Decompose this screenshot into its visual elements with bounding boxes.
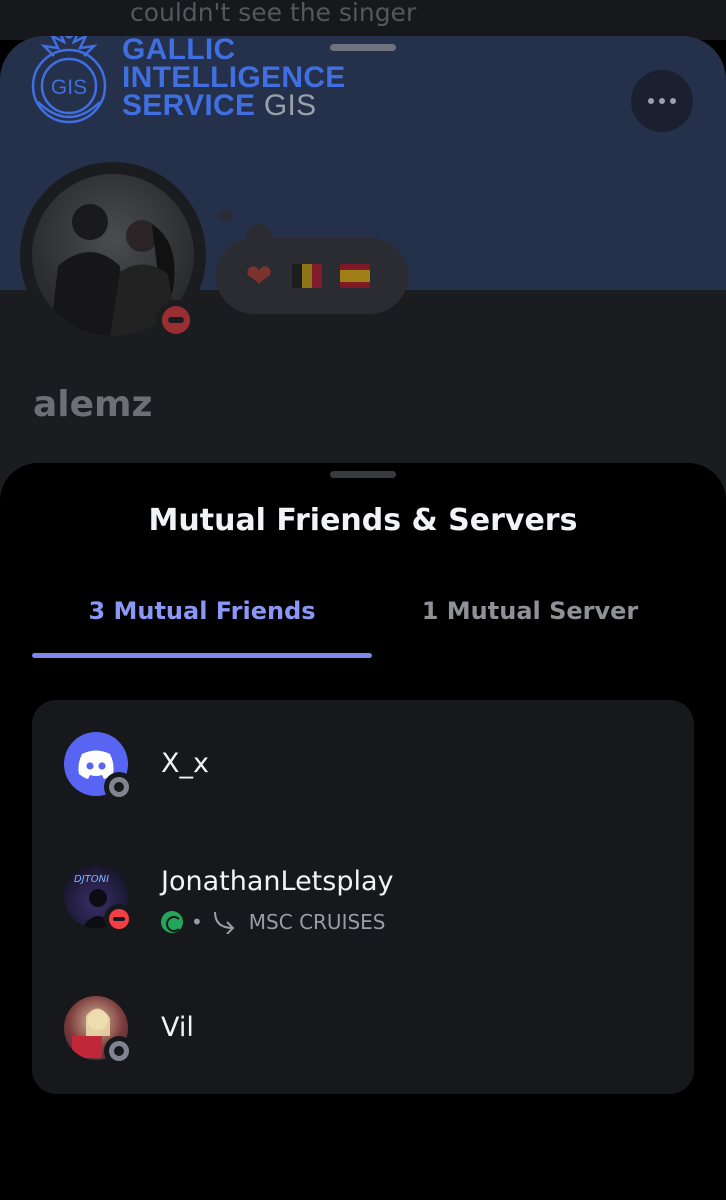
gis-emblem-icon: GIS [31,36,107,124]
sheet-title: Mutual Friends & Servers [148,503,578,538]
profile-dnd-status-icon [156,300,196,340]
tab-mutual-servers[interactable]: 1 Mutual Server [360,597,700,625]
offline-status-icon [104,1036,134,1066]
gis-wordmark-line2: INTELLIGENCE [122,61,346,94]
more-dot-icon [670,98,676,104]
gis-wordmark-suffix: GIS [263,89,317,122]
spain-flag-icon [338,259,372,293]
custom-status-bubble[interactable]: ❤ [216,238,408,314]
tab-mutual-friends[interactable]: 3 Mutual Friends [32,597,372,625]
reply-arrow-icon [213,911,235,934]
list-item[interactable]: X_x [32,732,694,822]
avatar-dj-text: DJTONI [74,874,109,885]
friend-name: JonathanLetsplay [161,866,394,897]
profile-username: alemz [33,384,153,425]
background-message-strip: couldn't see the singer [0,0,726,40]
activity-label: MSC CRUISES [248,910,386,934]
status-thought-dot [220,210,232,222]
mutual-sheet: Mutual Friends & Servers 3 Mutual Friend… [0,463,726,1200]
gis-emblem-text: GIS [51,76,87,99]
more-options-button[interactable] [631,70,693,132]
red-heart-icon: ❤ [245,257,273,295]
sheet-grabber[interactable] [330,471,396,478]
active-tab-indicator [32,653,372,658]
list-item[interactable]: Vil [32,996,694,1086]
gis-wordmark-line1: GALLIC [122,36,236,66]
friend-name: X_x [161,748,209,779]
mutual-friends-list: X_x DJTONI JonathanLetsplay • MSC CRUISE… [32,700,694,1094]
friend-name: Vil [161,1012,194,1043]
gis-wordmark-line3: SERVICE GIS [122,89,317,122]
list-item[interactable]: DJTONI JonathanLetsplay • MSC CRUISES [32,864,694,954]
offline-status-icon [104,772,134,802]
activity-separator: • [191,910,203,934]
more-dot-icon [659,98,665,104]
background-message-text: couldn't see the singer [130,0,417,27]
spotify-icon [161,911,183,933]
friend-activity: • MSC CRUISES [161,910,386,934]
more-dot-icon [648,98,654,104]
dnd-status-icon [104,904,134,934]
belgium-flag-icon [290,259,324,293]
gis-wordmark: GALLIC INTELLIGENCE SERVICE GIS [122,36,346,122]
